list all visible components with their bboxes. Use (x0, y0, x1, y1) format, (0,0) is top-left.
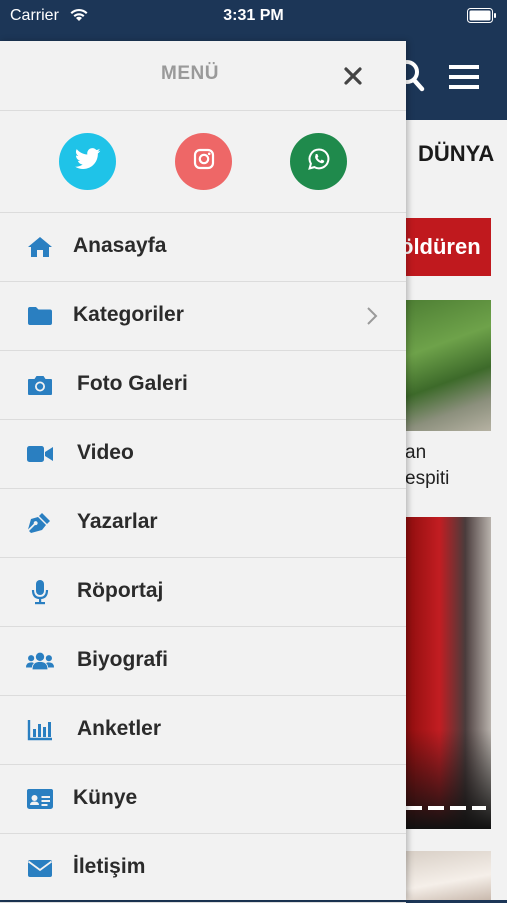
menu-item-label: Röportaj (77, 579, 164, 602)
social-links (0, 111, 406, 213)
instagram-button[interactable] (175, 133, 232, 190)
menu-item-label: Anketler (77, 717, 162, 740)
envelope-icon (26, 856, 54, 880)
tab-dunya[interactable]: DÜNYA (418, 141, 494, 167)
menu-item-label: Foto Galeri (77, 372, 188, 395)
twitter-button[interactable] (59, 133, 116, 190)
menu-item-anketler[interactable]: Anketler (0, 696, 406, 765)
side-drawer: MENÜ Anasayfa Kategoriler Foto Galeri Vi… (0, 41, 406, 903)
menu-item-label: Biyografi (77, 648, 169, 671)
whatsapp-button[interactable] (290, 133, 347, 190)
news-photo[interactable] (405, 300, 491, 431)
close-icon[interactable] (340, 63, 366, 89)
menu-item-video[interactable]: Video (0, 420, 406, 489)
home-icon (26, 235, 54, 259)
users-icon (26, 649, 54, 673)
menu-item-roportaj[interactable]: Röportaj (0, 558, 406, 627)
whatsapp-icon (307, 147, 331, 176)
folder-icon (26, 304, 54, 328)
menu-item-label: Kategoriler (73, 303, 184, 326)
camera-icon (26, 373, 54, 397)
menu-item-label: Yazarlar (77, 510, 158, 533)
hamburger-menu-icon[interactable] (448, 64, 480, 95)
video-camera-icon (26, 442, 54, 466)
microphone-icon (26, 580, 54, 605)
news-caption[interactable]: an espiti (405, 440, 449, 492)
menu-item-kunye[interactable]: Künye (0, 765, 406, 834)
news-caption-line: an (405, 442, 427, 463)
news-photo[interactable] (405, 851, 491, 900)
slider-pagination (406, 806, 486, 810)
battery-icon (467, 8, 497, 28)
menu-item-label: İletişim (73, 855, 146, 878)
menu-item-anasayfa[interactable]: Anasayfa (0, 213, 406, 282)
menu-item-label: Anasayfa (73, 234, 167, 257)
slider-photo[interactable] (405, 517, 491, 829)
menu-item-label: Künye (73, 786, 138, 809)
bar-chart-icon (26, 718, 54, 742)
menu-item-foto-galeri[interactable]: Foto Galeri (0, 351, 406, 420)
instagram-icon (193, 148, 215, 175)
twitter-icon (74, 148, 101, 175)
menu-item-label: Video (77, 441, 134, 464)
menu-item-kategoriler[interactable]: Kategoriler (0, 282, 406, 351)
pen-nib-icon (26, 511, 54, 535)
status-bar: Carrier 3:31 PM (0, 0, 507, 40)
drawer-title: MENÜ (161, 63, 219, 84)
clock: 3:31 PM (223, 7, 284, 24)
menu-item-iletisim[interactable]: İletişim (0, 834, 406, 903)
drawer-menu: Anasayfa Kategoriler Foto Galeri Video Y… (0, 213, 406, 903)
news-caption-line: espiti (405, 468, 450, 489)
id-card-icon (26, 787, 54, 811)
drawer-header: MENÜ (0, 41, 406, 111)
chevron-right-icon (366, 306, 378, 331)
menu-item-yazarlar[interactable]: Yazarlar (0, 489, 406, 558)
menu-item-biyografi[interactable]: Biyografi (0, 627, 406, 696)
